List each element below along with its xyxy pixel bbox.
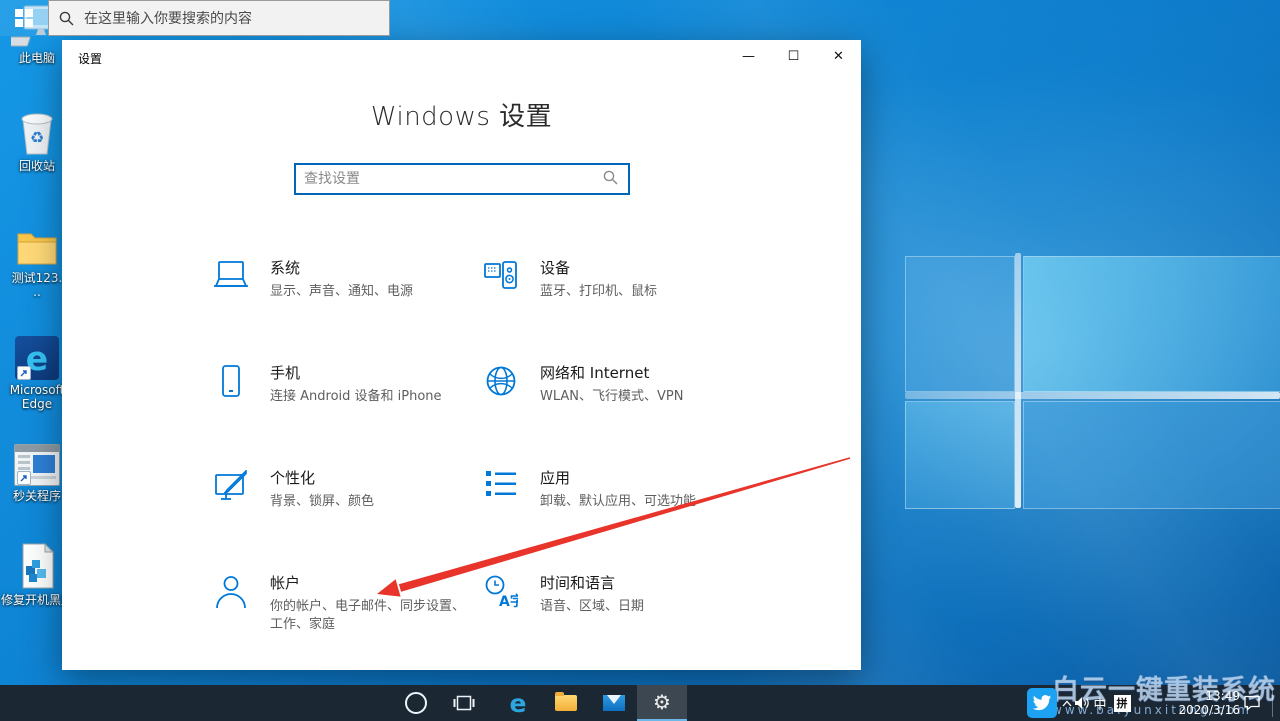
windows-logo-divider bbox=[905, 392, 1280, 399]
tray-volume-button[interactable] bbox=[1072, 685, 1092, 721]
accounts-person-icon bbox=[212, 573, 250, 634]
start-button[interactable] bbox=[0, 0, 48, 36]
shortcut-arrow-icon bbox=[17, 366, 31, 380]
file-explorer-button[interactable] bbox=[544, 685, 588, 721]
tray-ime-pinyin[interactable]: 拼 bbox=[1111, 685, 1133, 721]
tray-date: 2020/3/16 bbox=[1178, 703, 1240, 717]
cortana-button[interactable] bbox=[396, 685, 436, 721]
twitter-bird-icon bbox=[1032, 695, 1052, 711]
close-button[interactable]: ✕ bbox=[816, 40, 861, 72]
svg-text:A字: A字 bbox=[499, 593, 518, 609]
category-network[interactable]: 网络和 Internet WLAN、飞行模式、VPN bbox=[482, 363, 742, 406]
svg-text:♻: ♻ bbox=[30, 128, 44, 147]
category-time-language[interactable]: A字 时间和语言 语音、区域、日期 bbox=[482, 573, 742, 616]
category-accounts[interactable]: 帐户 你的帐户、电子邮件、同步设置、工作、家庭 bbox=[212, 573, 472, 634]
settings-search-input[interactable] bbox=[296, 171, 603, 187]
tray-clock[interactable]: 13:49 2020/3/16 bbox=[1150, 685, 1242, 721]
tray-twitter-icon[interactable] bbox=[1027, 688, 1057, 718]
action-center-icon bbox=[1244, 695, 1260, 711]
action-center-button[interactable] bbox=[1240, 685, 1264, 721]
category-system[interactable]: 系统 显示、声音、通知、电源 bbox=[212, 258, 472, 301]
taskbar-settings-button-active[interactable]: ⚙ bbox=[637, 685, 687, 721]
search-icon bbox=[59, 11, 74, 25]
task-view-button[interactable] bbox=[442, 685, 486, 721]
show-desktop-button[interactable] bbox=[1272, 689, 1273, 717]
mail-button[interactable] bbox=[592, 685, 636, 721]
taskbar-edge-button[interactable]: e bbox=[496, 685, 540, 721]
windows-logo-pane bbox=[905, 256, 1015, 392]
taskbar-search-box[interactable]: 在这里输入你要搜索的内容 bbox=[48, 0, 390, 36]
devices-icon bbox=[482, 258, 520, 301]
system-icon bbox=[212, 258, 250, 301]
settings-window: 设置 — ☐ ✕ Windows 设置 系统 显示、声音、通知、电源 bbox=[62, 40, 861, 670]
cortana-icon bbox=[405, 692, 427, 714]
windows-logo-divider bbox=[1015, 253, 1021, 508]
windows-logo-pane bbox=[1023, 401, 1280, 509]
file-explorer-icon bbox=[555, 692, 577, 711]
category-devices[interactable]: 设备 蓝牙、打印机、鼠标 bbox=[482, 258, 742, 301]
time-language-icon: A字 bbox=[482, 573, 520, 616]
window-title: 设置 bbox=[78, 52, 103, 66]
tray-time: 13:49 bbox=[1205, 689, 1240, 703]
windows-logo-icon bbox=[15, 9, 33, 27]
windows-logo-pane bbox=[1023, 256, 1280, 392]
speaker-icon bbox=[1075, 697, 1089, 709]
windows-logo-pane bbox=[905, 401, 1015, 509]
category-personalization[interactable]: 个性化 背景、锁屏、颜色 bbox=[212, 468, 472, 511]
category-apps[interactable]: 应用 卸载、默认应用、可选功能 bbox=[482, 468, 742, 511]
phone-icon bbox=[212, 363, 250, 406]
personalization-icon bbox=[212, 468, 250, 511]
category-phone[interactable]: 手机 连接 Android 设备和 iPhone bbox=[212, 363, 472, 406]
tray-ime-mode[interactable]: 中 bbox=[1091, 685, 1109, 721]
chevron-up-icon bbox=[1062, 700, 1072, 706]
apps-list-icon bbox=[482, 468, 520, 511]
taskbar-search-placeholder: 在这里输入你要搜索的内容 bbox=[84, 11, 252, 27]
settings-search-box bbox=[294, 163, 630, 195]
network-globe-icon bbox=[482, 363, 520, 406]
page-title: Windows 设置 bbox=[370, 102, 553, 132]
minimize-button[interactable]: — bbox=[726, 40, 771, 72]
mail-icon bbox=[603, 695, 625, 711]
maximize-button[interactable]: ☐ bbox=[771, 40, 816, 72]
edge-icon: e bbox=[509, 688, 527, 718]
shortcut-arrow-icon bbox=[17, 471, 31, 485]
task-view-icon bbox=[453, 695, 475, 711]
settings-gear-icon: ⚙ bbox=[653, 690, 671, 714]
search-icon bbox=[603, 170, 618, 189]
